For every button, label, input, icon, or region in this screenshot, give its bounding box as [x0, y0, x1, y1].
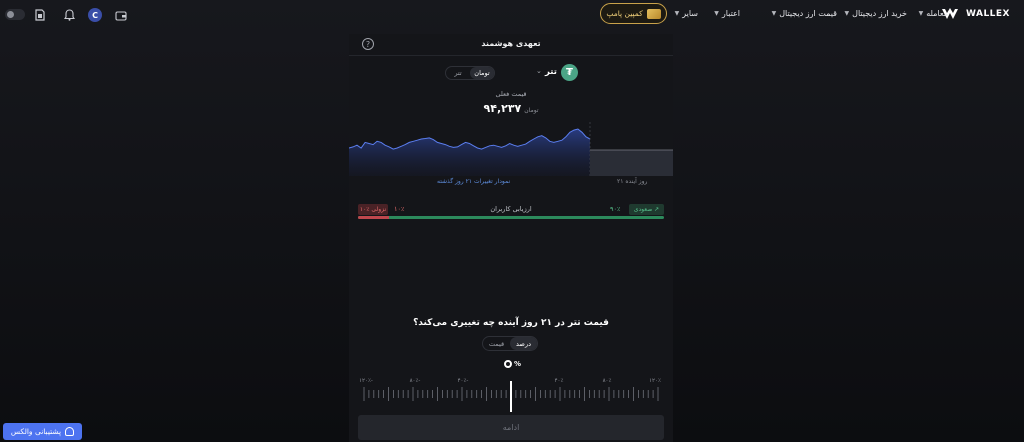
panel-header: تعهدی هوشمند ? [349, 34, 673, 56]
chevron-down-icon[interactable]: ⌄ [536, 67, 542, 75]
headset-icon [65, 427, 75, 436]
sentiment-bear-fill [358, 216, 389, 219]
chevron-down-icon: ▼ [674, 10, 680, 17]
ticket-icon [646, 8, 661, 19]
mode-option-percent[interactable]: درصد [510, 337, 537, 350]
asset-selector[interactable]: ₮ تتر ⌄ تتر تومان [349, 64, 673, 82]
support-button[interactable]: پشتیبانی والکس [3, 423, 82, 440]
tether-icon: ₮ [561, 64, 578, 81]
trend-up-icon: ↗ [654, 206, 660, 213]
smart-futures-panel: تعهدی هوشمند ? ₮ تتر ⌄ تتر تومان قیمت فع… [349, 34, 673, 442]
top-navigation-bar: WALLEX ▼ معامله ▼ خرید ارز دیجیتال ▼ قیم… [0, 0, 1024, 30]
percent-sign: % [514, 360, 522, 368]
sentiment-bar [358, 216, 664, 219]
ruler-ticks [363, 381, 659, 412]
current-price-unit: تومان [524, 107, 539, 114]
nav-label: اعتبار [721, 9, 740, 18]
asset-name: تتر [545, 67, 557, 77]
page-title: تعهدی هوشمند [481, 39, 541, 48]
moon-icon [7, 11, 14, 18]
unit-switch[interactable]: تتر تومان [445, 66, 495, 80]
pump-campaign-button[interactable]: کمپین پامپ [600, 3, 667, 24]
current-price-value: ۹۴,۲۳۷ [483, 102, 522, 115]
bullish-label: صعودی [633, 206, 653, 213]
bullish-percent: ۹۰٪ [610, 205, 621, 213]
nav-item-crypto-prices[interactable]: ▼ قیمت ارز دیجیتال [772, 9, 837, 18]
selected-percent: 0 % [504, 360, 521, 368]
unit-option-toman[interactable]: تومان [470, 67, 494, 79]
sim-card-icon[interactable] [33, 8, 47, 22]
chart-past-label: نمودار تغییرات ۲۱ روز گذشته [437, 178, 511, 185]
c-token-icon[interactable]: C [88, 8, 102, 22]
current-price-label: قیمت فعلی [495, 90, 527, 98]
nav-item-trade[interactable]: ▼ معامله [919, 9, 948, 18]
chevron-down-icon: ▼ [844, 10, 850, 17]
wallet-icon[interactable] [114, 8, 128, 22]
prediction-question: قیمت تتر در ۲۱ روز آینده چه تغییری می‌کن… [413, 318, 609, 328]
percent-ruler-slider[interactable]: ۱۲۰٪- ۸۰٪- ۴۰٪- ۴۰٪ ۸۰٪ ۱۲۰٪ [359, 378, 661, 412]
chevron-down-icon: ▼ [771, 10, 777, 17]
theme-toggle[interactable] [5, 9, 25, 20]
selected-percent-value: 0 [504, 360, 512, 368]
future-area [590, 150, 673, 176]
bell-icon[interactable] [62, 8, 76, 22]
nav-label: معامله [926, 9, 948, 18]
nav-item-buy-crypto[interactable]: ▼ خرید ارز دیجیتال [845, 9, 907, 18]
nav-label: قیمت ارز دیجیتال [779, 9, 837, 18]
price-history-chart [349, 122, 673, 176]
unit-option-usdt[interactable]: تتر [446, 67, 470, 79]
chart-future-label: ۲۱ روز آینده [617, 178, 648, 185]
prediction-mode-switch[interactable]: قیمت درصد [482, 336, 538, 351]
continue-button[interactable]: ادامه [358, 415, 664, 440]
chevron-down-icon: ▼ [714, 10, 719, 17]
chart-area [349, 129, 590, 176]
nav-item-credit[interactable]: ▼ اعتبار [714, 9, 740, 18]
support-label: پشتیبانی والکس [10, 427, 62, 436]
nav-item-more[interactable]: ▼ سایر [675, 9, 698, 18]
chevron-down-icon: ▼ [918, 10, 924, 17]
mode-option-price[interactable]: قیمت [483, 337, 510, 350]
brand-name: WALLEX [965, 9, 1010, 19]
nav-label: خرید ارز دیجیتال [852, 9, 907, 18]
wallex-logo[interactable]: WALLEX [941, 8, 1010, 20]
nav-label: سایر [682, 9, 698, 18]
help-icon[interactable]: ? [362, 38, 374, 50]
campaign-label: کمپین پامپ [606, 9, 643, 18]
bullish-badge: صعودی ↗ [629, 204, 664, 215]
current-price: ۹۴,۲۳۷ تومان [349, 102, 673, 115]
